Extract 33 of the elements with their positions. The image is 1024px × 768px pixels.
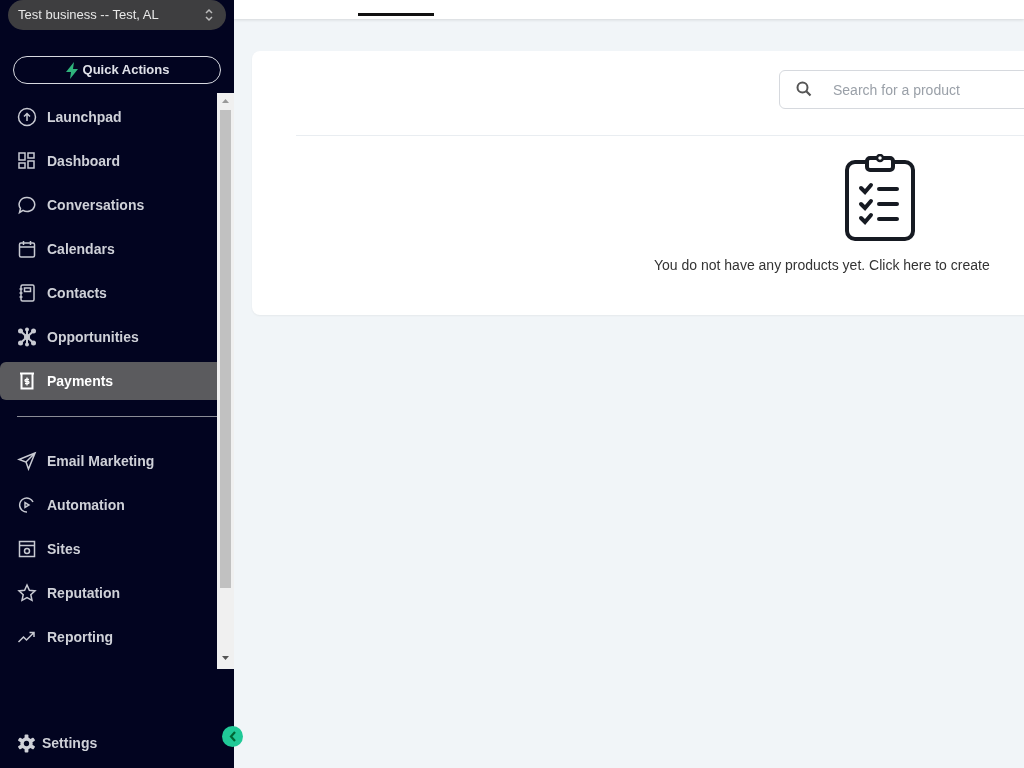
clipboard-checklist-icon xyxy=(845,154,915,241)
network-icon xyxy=(17,327,37,347)
settings-button[interactable]: Settings xyxy=(17,733,98,754)
address-book-icon xyxy=(17,283,37,303)
paper-plane-icon xyxy=(17,451,37,471)
calendar-icon xyxy=(17,239,37,259)
sidebar-item[interactable]: Reporting xyxy=(0,618,217,656)
sidebar-item[interactable]: Dashboard xyxy=(0,142,217,180)
sidebar-item[interactable]: Calendars xyxy=(0,230,217,268)
lightning-icon xyxy=(64,61,79,79)
sidebar-item[interactable]: Payments xyxy=(0,362,217,400)
browser-window-icon xyxy=(17,539,37,559)
play-circle-icon xyxy=(17,495,37,515)
chevron-left-icon xyxy=(228,731,237,742)
search-field[interactable]: Search for a product xyxy=(779,70,1024,109)
sidebar-item[interactable]: Automation xyxy=(0,486,217,524)
sidebar-item[interactable]: Opportunities xyxy=(0,318,217,356)
dashboard-icon xyxy=(17,151,37,171)
account-switcher[interactable]: Test business -- Test, AL xyxy=(8,0,226,30)
sidebar-item[interactable]: Reputation xyxy=(0,574,217,612)
star-icon xyxy=(17,583,37,603)
sidebar-item[interactable]: Launchpad xyxy=(0,98,217,136)
sidebar-item[interactable]: Email Marketing xyxy=(0,442,217,480)
chat-bubble-icon xyxy=(17,195,37,215)
sidebar-item[interactable]: Sites xyxy=(0,530,217,568)
scrollbar[interactable] xyxy=(217,93,234,669)
receipt-dollar-icon xyxy=(17,371,37,391)
settings-icon xyxy=(17,734,36,753)
sidebar-item[interactable]: Conversations xyxy=(0,186,217,224)
rocket-icon xyxy=(17,107,37,127)
empty-state-message: You do not have any products yet. Click here to create xyxy=(654,256,991,275)
chevron-updown-icon xyxy=(204,7,214,23)
sidebar-item[interactable]: Contacts xyxy=(0,274,217,312)
